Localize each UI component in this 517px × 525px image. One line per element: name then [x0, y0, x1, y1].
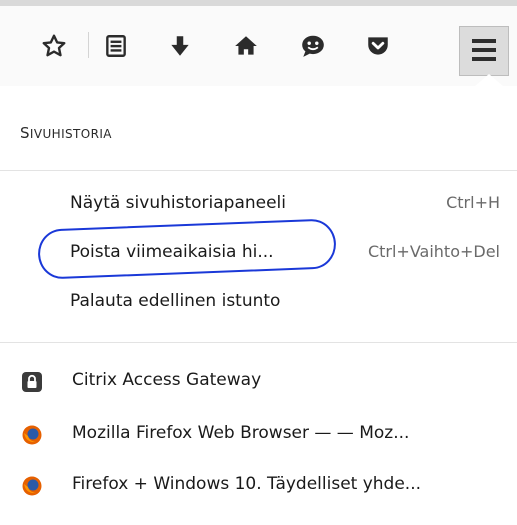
toolbar-separator — [88, 32, 89, 58]
history-item[interactable]: Mozilla Firefox Web Browser — — Moz... — [22, 419, 507, 449]
firefox-icon — [22, 476, 42, 496]
history-item[interactable]: Firefox + Windows 10. Täydelliset yhde..… — [22, 470, 507, 500]
pocket-icon[interactable] — [358, 26, 398, 66]
chat-icon[interactable] — [293, 26, 333, 66]
navigation-toolbar — [0, 6, 517, 86]
history-item[interactable]: Citrix Access Gateway — [22, 366, 507, 396]
lock-icon — [22, 372, 42, 392]
divider — [0, 342, 517, 343]
menu-item-show-history-sidebar[interactable]: Näytä sivuhistoriapaneeli Ctrl+H — [70, 189, 506, 219]
reading-list-icon[interactable] — [96, 26, 136, 66]
panel-arrow — [475, 74, 503, 86]
annotation-circle — [37, 218, 337, 280]
home-icon[interactable] — [226, 26, 266, 66]
shortcut-label: Ctrl+Vaihto+Del — [367, 242, 500, 261]
panel-title: SIVUHISTORIA — [20, 124, 112, 142]
downloads-icon[interactable] — [160, 26, 200, 66]
bookmark-star-icon[interactable] — [34, 26, 74, 66]
firefox-icon — [22, 425, 42, 445]
hamburger-menu-icon[interactable] — [459, 26, 509, 76]
menu-item-restore-previous-session[interactable]: Palauta edellinen istunto — [70, 287, 506, 317]
divider — [0, 170, 517, 171]
shortcut-label: Ctrl+H — [446, 193, 500, 212]
